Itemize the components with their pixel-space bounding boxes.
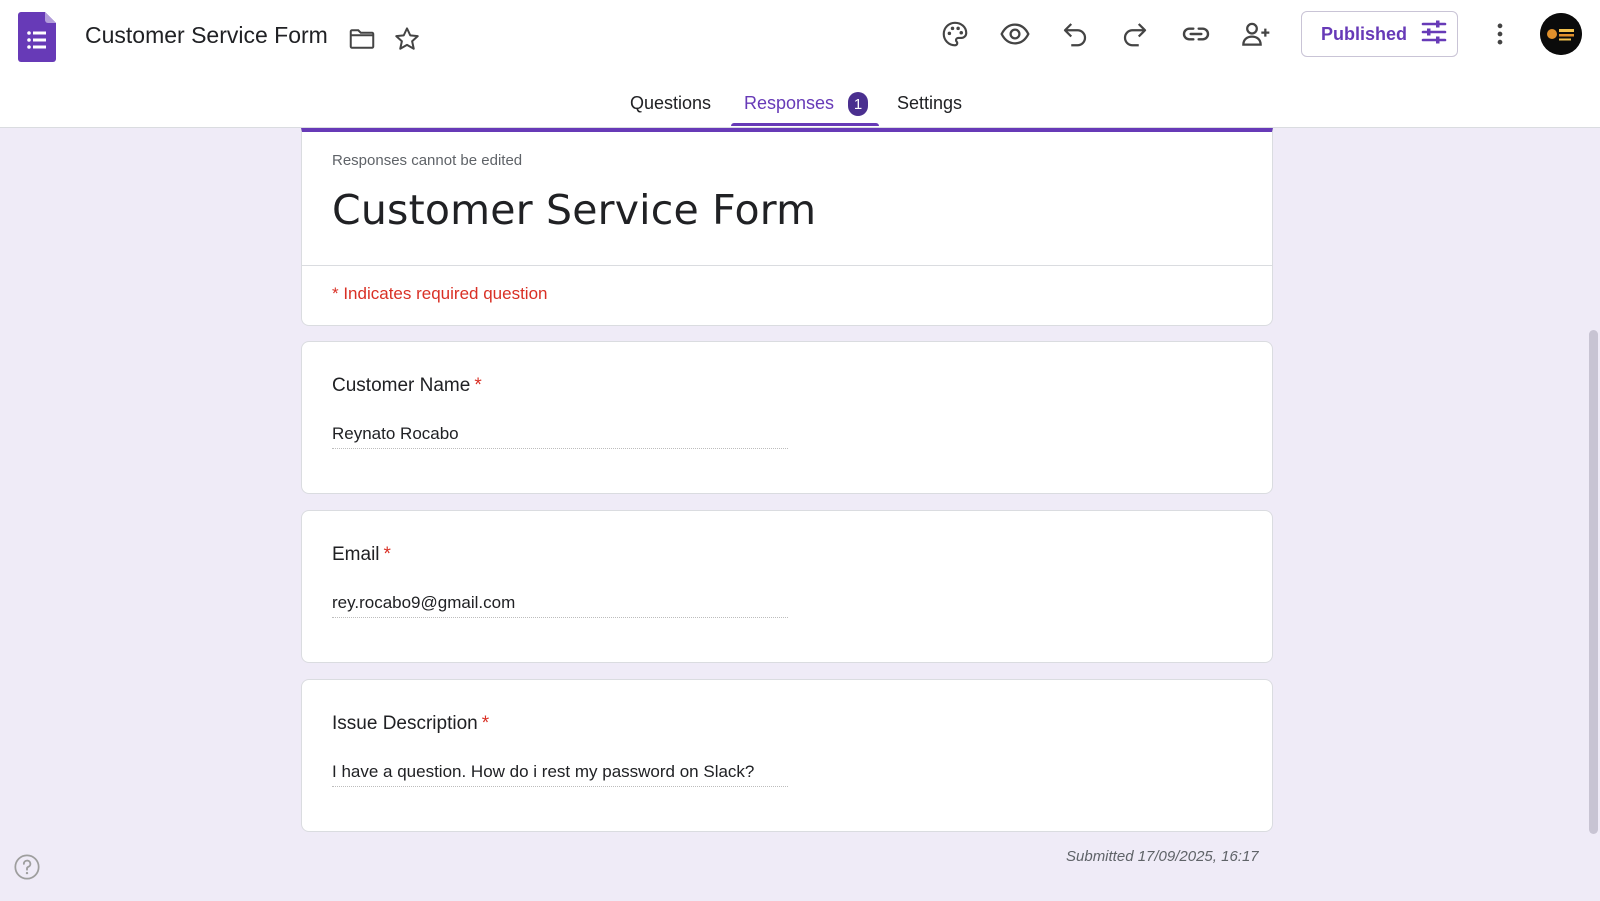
star-icon[interactable] [392, 24, 422, 54]
answer-text: Reynato Rocabo [332, 424, 788, 449]
form-title: Customer Service Form [332, 186, 817, 234]
question-card-email: Email * rey.rocabo9@gmail.com [301, 510, 1273, 663]
scrollbar[interactable] [1589, 330, 1598, 834]
forms-logo-icon[interactable] [18, 12, 56, 62]
top-bar: Customer Service Form Published Question… [0, 0, 1600, 128]
link-icon[interactable] [1180, 18, 1212, 50]
required-star: * [481, 713, 490, 734]
redo-icon[interactable] [1119, 18, 1151, 50]
preview-icon[interactable] [999, 18, 1031, 50]
submitted-timestamp: Submitted 17/09/2025, 16:17 [1066, 848, 1259, 865]
more-vert-icon[interactable] [1484, 18, 1516, 50]
tab-bar: Questions Responses 1 Settings [0, 88, 1600, 128]
question-label: Email * [332, 544, 391, 566]
document-title[interactable]: Customer Service Form [85, 22, 328, 49]
question-title: Customer Name [332, 375, 471, 396]
tab-responses[interactable]: Responses [744, 93, 834, 114]
published-button[interactable]: Published [1301, 11, 1458, 57]
add-collaborator-icon[interactable] [1240, 18, 1272, 50]
tune-icon [1421, 20, 1447, 49]
responses-locked-note: Responses cannot be edited [332, 152, 523, 169]
question-title: Email [332, 544, 380, 565]
required-indicator-note: * Indicates required question [332, 284, 548, 303]
question-label: Issue Description * [332, 713, 489, 735]
folder-icon[interactable] [347, 24, 377, 54]
answer-text: I have a question. How do i rest my pass… [332, 762, 788, 787]
palette-icon[interactable] [939, 18, 971, 50]
question-label: Customer Name * [332, 375, 482, 397]
form-header-card: Responses cannot be edited Customer Serv… [301, 128, 1273, 326]
question-title: Issue Description [332, 713, 478, 734]
active-tab-indicator [731, 123, 879, 126]
divider [302, 265, 1272, 266]
question-card-customer-name: Customer Name * Reynato Rocabo [301, 341, 1273, 494]
avatar[interactable] [1540, 13, 1582, 55]
undo-icon[interactable] [1059, 18, 1091, 50]
required-star: * [474, 375, 482, 396]
question-card-issue-description: Issue Description * I have a question. Ho… [301, 679, 1273, 832]
tab-settings[interactable]: Settings [897, 93, 962, 114]
required-star: * [383, 544, 391, 565]
help-icon[interactable] [13, 853, 41, 881]
responses-count-badge: 1 [848, 92, 868, 116]
tab-questions[interactable]: Questions [630, 93, 711, 114]
answer-text: rey.rocabo9@gmail.com [332, 593, 788, 618]
published-label: Published [1321, 23, 1408, 44]
